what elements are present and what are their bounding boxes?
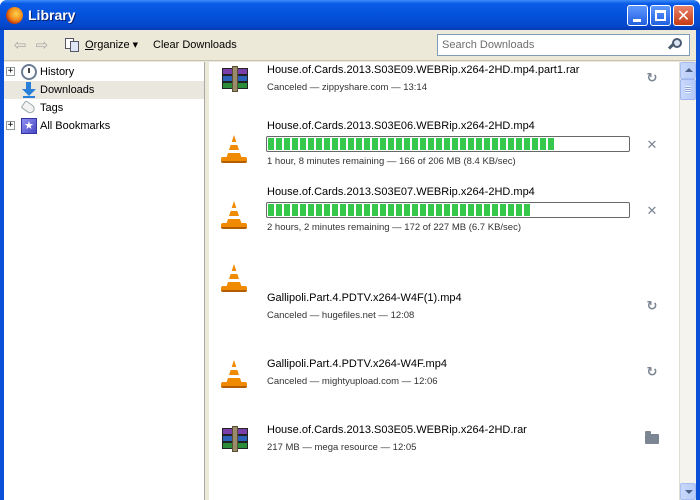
download-item[interactable]: Gallipoli.Part.4.PDTV.x264-W4F.mp4 Cance… — [209, 358, 679, 424]
toolbar: ⇦ ⇨ Organize ▼ Clear Downloads — [4, 30, 696, 61]
download-progress-bar — [266, 202, 630, 218]
clear-downloads-button[interactable]: Clear Downloads — [153, 39, 237, 51]
organize-button[interactable]: Organize ▼ — [64, 36, 138, 54]
file-name: House.of.Cards.2013.S03E07.WEBRip.x264-2… — [267, 186, 535, 198]
sidebar-item-all-bookmarks[interactable]: + All Bookmarks — [4, 117, 204, 135]
download-status: Canceled — zippyshare.com — 13:14 — [267, 82, 427, 93]
vlc-media-icon — [219, 199, 251, 231]
sidebar-item-label: History — [40, 66, 75, 78]
title-bar[interactable]: Library ✕ — [0, 0, 700, 30]
organize-icon — [64, 37, 80, 53]
retry-icon[interactable]: ↻ — [645, 366, 659, 380]
sidebar-item-label: Tags — [40, 102, 64, 114]
retry-icon[interactable]: ↻ — [645, 300, 659, 314]
forward-arrow-icon[interactable]: ⇨ — [34, 37, 50, 53]
progress-fill — [268, 204, 531, 216]
download-item[interactable]: House.of.Cards.2013.S03E07.WEBRip.x264-2… — [209, 184, 679, 250]
close-button[interactable]: ✕ — [673, 5, 694, 26]
expand-icon[interactable]: + — [6, 67, 15, 76]
back-arrow-icon[interactable]: ⇦ — [12, 37, 28, 53]
retry-icon[interactable]: ↻ — [645, 72, 659, 86]
firefox-icon — [6, 7, 23, 24]
cancel-icon[interactable]: ✕ — [645, 139, 659, 153]
search-icon[interactable] — [667, 37, 684, 53]
sidebar-item-history[interactable]: + History — [4, 63, 204, 81]
rar-archive-icon — [219, 426, 251, 458]
sidebar-item-label: All Bookmarks — [40, 120, 111, 132]
download-status: Canceled — hugefiles.net — 12:08 — [267, 310, 415, 321]
search-box[interactable] — [437, 34, 690, 56]
clock-icon — [21, 64, 37, 80]
download-status: Canceled — mightyupload.com — 12:06 — [267, 376, 438, 387]
sidebar-item-downloads[interactable]: Downloads — [4, 81, 204, 99]
downloads-list: House.of.Cards.2013.S03E09.WEBRip.x264-2… — [209, 62, 679, 500]
minimize-button[interactable] — [627, 5, 648, 26]
download-status: 1 hour, 8 minutes remaining — 166 of 206… — [267, 156, 516, 167]
file-name: Gallipoli.Part.4.PDTV.x264-W4F(1).mp4 — [267, 292, 462, 304]
window-title: Library — [28, 7, 76, 23]
vlc-media-icon — [219, 133, 251, 165]
rar-archive-icon — [219, 66, 251, 98]
sidebar-item-tags[interactable]: Tags — [4, 99, 204, 117]
search-input[interactable] — [442, 37, 664, 53]
download-progress-bar — [266, 136, 630, 152]
chevron-down-icon: ▼ — [132, 41, 139, 49]
download-status: 2 hours, 2 minutes remaining — 172 of 22… — [267, 222, 521, 233]
file-name: Gallipoli.Part.4.PDTV.x264-W4F.mp4 — [267, 358, 447, 370]
vertical-scrollbar[interactable] — [679, 62, 696, 500]
scroll-down-button[interactable] — [680, 483, 696, 500]
file-name: House.of.Cards.2013.S03E06.WEBRip.x264-2… — [267, 120, 535, 132]
progress-fill — [268, 138, 556, 150]
vlc-media-icon — [219, 262, 251, 294]
download-arrow-icon — [21, 82, 37, 98]
tag-icon — [20, 100, 37, 116]
download-item[interactable]: Gallipoli.Part.4.PDTV.x264-W4F(1).mp4 Ca… — [209, 258, 679, 324]
download-item[interactable]: House.of.Cards.2013.S03E05.WEBRip.x264-2… — [209, 424, 679, 490]
scroll-thumb[interactable] — [680, 79, 696, 100]
download-status: 217 MB — mega resource — 12:05 — [267, 442, 417, 453]
maximize-button[interactable] — [650, 5, 671, 26]
file-name: House.of.Cards.2013.S03E09.WEBRip.x264-2… — [267, 64, 580, 76]
places-tree: + History Downloads Tags + All Bookmarks — [4, 62, 205, 500]
file-name: House.of.Cards.2013.S03E05.WEBRip.x264-2… — [267, 424, 527, 436]
vlc-media-icon — [219, 358, 251, 390]
cancel-icon[interactable]: ✕ — [645, 205, 659, 219]
scroll-up-button[interactable] — [680, 62, 696, 79]
download-item[interactable]: House.of.Cards.2013.S03E06.WEBRip.x264-2… — [209, 118, 679, 184]
bookmarks-star-icon — [21, 118, 37, 134]
folder-icon[interactable] — [645, 431, 659, 444]
maximize-icon — [655, 10, 666, 21]
minimize-icon — [633, 19, 641, 22]
library-window: Library ✕ ⇦ ⇨ Organize ▼ Clear Downloads… — [0, 0, 700, 500]
expand-icon[interactable]: + — [6, 121, 15, 130]
sidebar-item-label: Downloads — [40, 84, 95, 96]
close-icon: ✕ — [676, 6, 691, 25]
organize-label: Organize — [85, 39, 130, 51]
client-area: ⇦ ⇨ Organize ▼ Clear Downloads + History… — [4, 30, 696, 500]
